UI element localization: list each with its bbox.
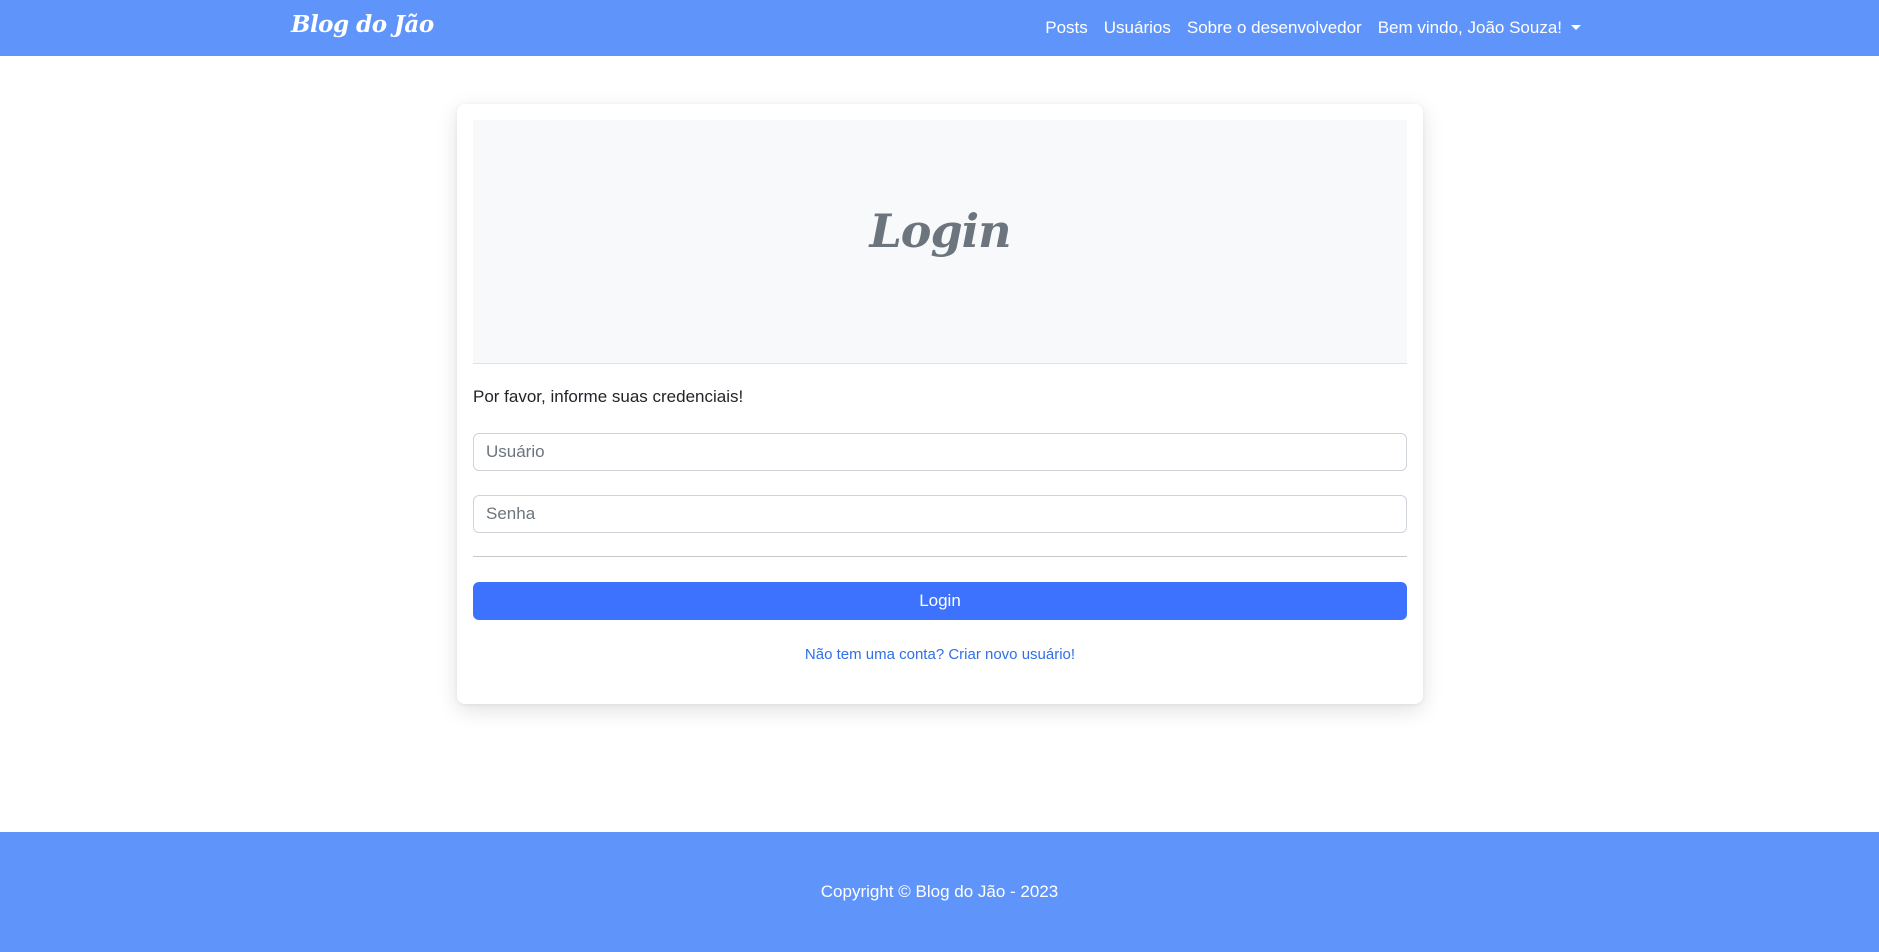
- page-footer: Copyright © Blog do Jão - 2023: [0, 832, 1879, 952]
- nav-link-users[interactable]: Usuários: [1104, 18, 1171, 38]
- user-menu-dropdown[interactable]: Bem vindo, João Souza!: [1378, 18, 1581, 38]
- username-input[interactable]: [473, 433, 1407, 471]
- nav-link-about-developer[interactable]: Sobre o desenvolvedor: [1187, 18, 1362, 38]
- login-button[interactable]: Login: [473, 582, 1407, 620]
- top-navbar: Blog do Jão Posts Usuários Sobre o desen…: [0, 0, 1879, 56]
- caret-down-icon: [1571, 25, 1581, 30]
- user-menu-label: Bem vindo, João Souza!: [1377, 18, 1562, 37]
- nav-link-posts[interactable]: Posts: [1045, 18, 1088, 38]
- create-account-link[interactable]: Não tem uma conta? Criar novo usuário!: [457, 646, 1423, 663]
- brand-logo[interactable]: Blog do Jão: [291, 11, 434, 38]
- login-card-header: Login: [473, 120, 1407, 364]
- copyright-text: Copyright © Blog do Jão - 2023: [820, 882, 1059, 901]
- login-title: Login: [869, 204, 1011, 258]
- form-divider: [473, 556, 1407, 557]
- password-input[interactable]: [473, 495, 1407, 533]
- nav-links: Posts Usuários Sobre o desenvolvedor Bem…: [1045, 0, 1581, 56]
- credentials-prompt: Por favor, informe suas credenciais!: [473, 387, 744, 406]
